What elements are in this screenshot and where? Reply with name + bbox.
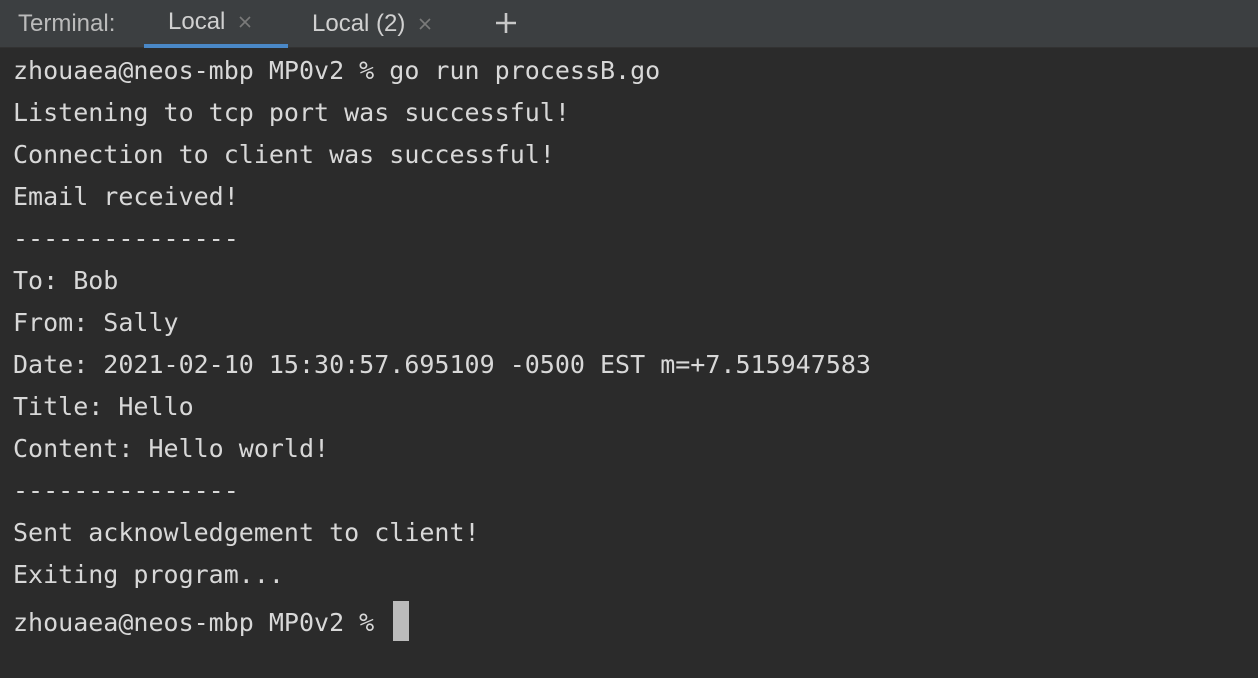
terminal-prompt: zhouaea@neos-mbp MP0v2 % — [13, 608, 390, 637]
tab-local-label: Local — [168, 8, 226, 35]
terminal-line: Title: Hello — [13, 392, 194, 421]
terminal-line: --------------- — [13, 224, 239, 253]
tab-local[interactable]: Local — [144, 0, 288, 48]
terminal-tabbar: Terminal: Local Local (2) — [0, 0, 1258, 48]
terminal-line: Exiting program... — [13, 560, 284, 589]
terminal-line: Email received! — [13, 182, 239, 211]
tab-local-2-label: Local (2) — [312, 10, 406, 37]
terminal-window: Terminal: Local Local (2) zhouaea@neos-m… — [0, 0, 1258, 678]
terminal-line: From: Sally — [13, 308, 179, 337]
terminal-line: zhouaea@neos-mbp MP0v2 % go run processB… — [13, 56, 661, 85]
terminal-line: Listening to tcp port was successful! — [13, 98, 570, 127]
close-icon[interactable] — [237, 14, 253, 30]
terminal-line: To: Bob — [13, 266, 119, 295]
tab-local-2[interactable]: Local (2) — [288, 0, 470, 48]
terminal-line: Date: 2021-02-10 15:30:57.695109 -0500 E… — [13, 350, 871, 379]
terminal-line: --------------- — [13, 476, 239, 505]
terminal-prompt-line[interactable]: zhouaea@neos-mbp MP0v2 % — [13, 601, 1258, 643]
terminal-line: Connection to client was successful! — [13, 140, 555, 169]
terminal-cursor — [393, 601, 410, 641]
terminal-tool-label: Terminal: — [18, 10, 116, 37]
terminal-line: Sent acknowledgement to client! — [13, 518, 480, 547]
terminal-output[interactable]: zhouaea@neos-mbp MP0v2 % go run processB… — [0, 48, 1258, 678]
plus-icon[interactable] — [494, 10, 518, 36]
close-icon[interactable] — [417, 16, 433, 32]
terminal-line: Content: Hello world! — [13, 434, 330, 463]
